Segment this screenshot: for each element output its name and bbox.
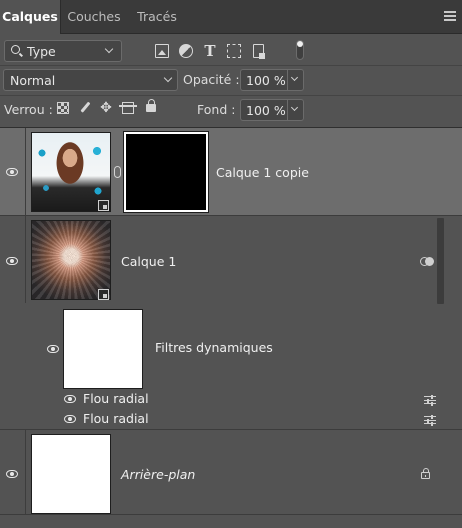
divider	[0, 65, 462, 66]
smart-object-icon	[98, 200, 109, 211]
visibility-column	[0, 216, 26, 303]
fill-dropdown-button[interactable]	[288, 99, 304, 121]
shape-filter-icon[interactable]	[227, 44, 241, 58]
opacity-value: 100 %	[246, 73, 286, 88]
divider	[0, 95, 462, 96]
layer-row-calque-1[interactable]: Calque 1	[0, 216, 462, 303]
lock-artboard-icon[interactable]	[119, 102, 137, 114]
lock-image-pixels-icon[interactable]	[79, 102, 91, 114]
tab-couches[interactable]: Couches	[62, 0, 126, 34]
layer-filter-kind-select[interactable]: Type	[4, 40, 122, 62]
eye-icon[interactable]	[6, 257, 18, 265]
filter-name[interactable]: Flou radial	[83, 411, 149, 426]
adjustment-filter-icon[interactable]	[179, 44, 193, 58]
layer-mask-thumbnail[interactable]	[123, 131, 209, 213]
lock-all-icon[interactable]	[146, 99, 156, 112]
blend-mode-select[interactable]: Normal	[3, 69, 178, 91]
visibility-column	[0, 128, 26, 215]
chevron-down-icon	[104, 44, 114, 54]
filter-options-icon[interactable]	[424, 415, 436, 426]
layer-list: Calque 1 copie Calque 1 Filtres dynamiqu…	[0, 127, 462, 528]
eye-icon[interactable]	[64, 395, 76, 403]
eye-icon[interactable]	[6, 168, 18, 176]
tab-calques[interactable]: Calques	[0, 0, 61, 34]
opacity-label: Opacité :	[183, 72, 240, 87]
lock-label: Verrou :	[4, 102, 53, 117]
layer-name[interactable]: Arrière-plan	[121, 467, 195, 482]
layer-name[interactable]: Calque 1	[121, 254, 176, 269]
smart-filters-group: Filtres dynamiques Flou radial Flou radi…	[0, 304, 462, 430]
layer-row-arriere-plan[interactable]: Arrière-plan	[0, 430, 462, 516]
smart-object-icon	[98, 289, 109, 300]
panel-tab-bar: Calques Couches Tracés	[0, 0, 462, 34]
lock-position-icon[interactable]: ✥	[100, 101, 112, 115]
filter-name[interactable]: Flou radial	[83, 391, 149, 406]
filter-kind-label: Type	[27, 44, 56, 59]
opacity-input[interactable]: 100 %	[240, 69, 288, 91]
filter-toggle-switch[interactable]	[296, 40, 304, 60]
tab-traces[interactable]: Tracés	[128, 0, 186, 34]
lock-icon[interactable]	[421, 468, 430, 479]
eye-icon[interactable]	[64, 415, 76, 423]
layer-row-calque-1-copie[interactable]: Calque 1 copie	[0, 128, 462, 215]
layer-thumbnail[interactable]	[31, 220, 111, 300]
chevron-down-icon	[290, 103, 299, 112]
chevron-down-icon	[290, 73, 299, 82]
smart-filter-mask-thumbnail[interactable]	[63, 309, 143, 389]
scrollbar-thumb[interactable]	[437, 218, 444, 304]
eye-icon[interactable]	[6, 470, 18, 478]
smart-filters-label[interactable]: Filtres dynamiques	[155, 340, 273, 355]
filter-options-icon[interactable]	[424, 395, 436, 406]
type-filter-icon[interactable]: T	[203, 42, 217, 60]
blend-mode-value: Normal	[10, 73, 56, 88]
search-icon	[11, 45, 20, 54]
link-icon[interactable]	[114, 166, 121, 178]
eye-icon[interactable]	[47, 345, 59, 353]
fill-input[interactable]: 100 %	[240, 99, 288, 121]
fill-value: 100 %	[246, 103, 286, 118]
chevron-down-icon	[163, 73, 173, 83]
lock-transparent-pixels-icon[interactable]	[57, 102, 69, 114]
image-filter-icon[interactable]	[155, 44, 169, 58]
layer-name[interactable]: Calque 1 copie	[216, 165, 309, 180]
fill-label: Fond :	[197, 102, 236, 117]
opacity-dropdown-button[interactable]	[288, 69, 304, 91]
layer-thumbnail[interactable]	[31, 434, 111, 514]
panel-menu-icon[interactable]	[444, 11, 456, 21]
layers-panel: Calques Couches Tracés Type T Normal Opa…	[0, 0, 462, 528]
smart-filters-icon	[420, 257, 434, 267]
smart-object-filter-icon[interactable]	[253, 44, 265, 59]
panel-footer	[0, 514, 462, 528]
visibility-column	[0, 430, 26, 516]
